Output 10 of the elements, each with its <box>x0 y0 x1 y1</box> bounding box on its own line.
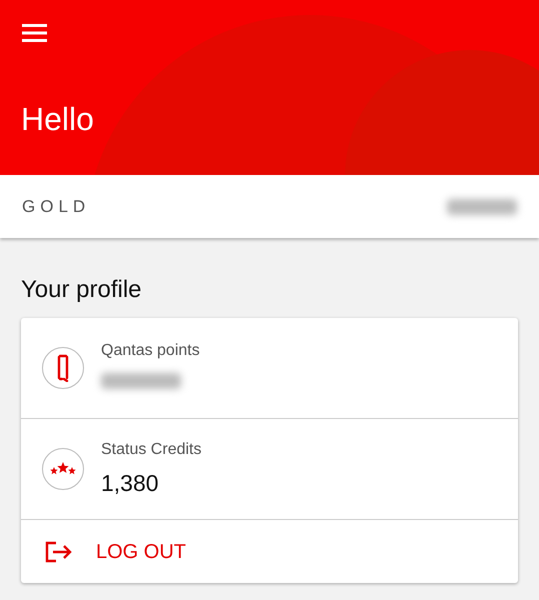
tier-label: GOLD <box>22 196 90 218</box>
item-label: Status Credits <box>101 440 202 460</box>
section-title: Your profile <box>21 275 143 305</box>
logout-icon <box>44 540 72 562</box>
logout-button[interactable]: LOG OUT <box>21 520 518 583</box>
q-logo-icon <box>42 347 84 389</box>
item-value: 1,380 <box>101 468 160 498</box>
item-label: Qantas points <box>101 341 200 361</box>
greeting-title: Hello <box>21 100 94 138</box>
stars-icon <box>42 448 84 490</box>
